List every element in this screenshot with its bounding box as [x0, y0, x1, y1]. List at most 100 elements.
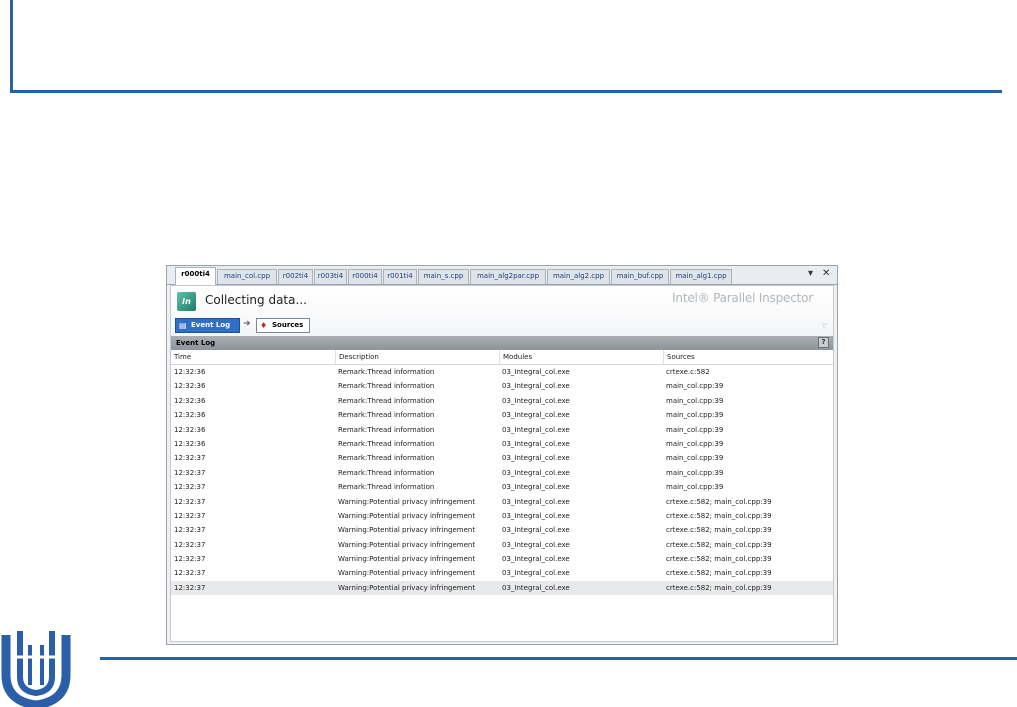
- table-row[interactable]: 12:32:37 Remark:Thread information 03_Inte…: [171, 480, 833, 494]
- cell-time: 12:32:36: [174, 425, 206, 434]
- cell-time: 12:32:37: [174, 511, 206, 520]
- slide-bottom-rule: [100, 657, 1017, 660]
- cell-source: main_col.cpp:39: [666, 454, 724, 463]
- column-header-time[interactable]: Time: [171, 350, 335, 364]
- cell-description: Remark:Thread information: [338, 411, 435, 420]
- table-row[interactable]: 12:32:37 Warning:Potential privacy infrin…: [171, 566, 833, 580]
- cell-time: 12:32:37: [174, 569, 206, 578]
- slide-left-accent-bar: [10, 0, 13, 93]
- chevron-down-icon[interactable]: ▽: [822, 322, 827, 330]
- cell-source: main_col.cpp:39: [666, 483, 724, 492]
- column-header-sources[interactable]: Sources: [663, 350, 833, 364]
- cell-description: Remark:Thread information: [338, 439, 435, 448]
- column-header-modules[interactable]: Modules: [499, 350, 663, 364]
- tab-0[interactable]: r000ti4: [175, 267, 216, 285]
- cell-time: 12:32:37: [174, 454, 206, 463]
- tab-3[interactable]: r003ti4: [314, 269, 347, 284]
- event-log-button[interactable]: ▤ Event Log: [175, 318, 240, 333]
- help-icon[interactable]: ?: [818, 337, 829, 348]
- table-row[interactable]: 12:32:37 Remark:Thread information 03_Inte…: [171, 466, 833, 480]
- cell-description: Remark:Thread information: [338, 425, 435, 434]
- inspector-header: In Collecting data... Intel® Parallel In…: [171, 286, 833, 336]
- cell-source: crtexe.c:582; main_col.cpp:39: [666, 569, 772, 578]
- cell-description: Remark:Thread information: [338, 368, 435, 376]
- cell-module: 03_Integral_col.exe: [502, 396, 570, 405]
- cell-time: 12:32:37: [174, 555, 206, 564]
- cell-source: main_col.cpp:39: [666, 411, 724, 420]
- table-row[interactable]: 12:32:37 Warning:Potential privacy infrin…: [171, 495, 833, 509]
- tab-10[interactable]: main_alg1.cpp: [670, 269, 732, 284]
- table-row[interactable]: 12:32:36 Remark:Thread information 03_Inte…: [171, 394, 833, 408]
- table-row[interactable]: 12:32:37 Warning:Potential privacy infrin…: [171, 580, 833, 596]
- close-icon[interactable]: ✕: [822, 268, 830, 280]
- table-row[interactable]: 12:32:36 Remark:Thread information 03_Inte…: [171, 379, 833, 393]
- cell-module: 03_Integral_col.exe: [502, 454, 570, 463]
- table-row[interactable]: 12:32:36 Remark:Thread information 03_Inte…: [171, 365, 833, 379]
- cell-module: 03_Integral_col.exe: [502, 555, 570, 564]
- tab-1[interactable]: main_col.cpp: [217, 269, 277, 284]
- section-title: Event Log: [176, 339, 216, 347]
- table-row[interactable]: 12:32:36 Remark:Thread information 03_Inte…: [171, 437, 833, 451]
- tab-9[interactable]: main_buf.cpp: [611, 269, 669, 284]
- table-row[interactable]: 12:32:36 Remark:Thread information 03_Inte…: [171, 423, 833, 437]
- cell-time: 12:32:37: [174, 540, 206, 549]
- window-menu-icon[interactable]: ▾: [808, 268, 813, 280]
- tab-4[interactable]: r000ti4: [348, 269, 382, 284]
- cell-source: crtexe.c:582; main_col.cpp:39: [666, 555, 772, 564]
- cell-time: 12:32:36: [174, 382, 206, 391]
- tab-6[interactable]: main_s.cpp: [418, 269, 469, 284]
- column-header-description[interactable]: Description: [335, 350, 499, 364]
- cell-source: crtexe.c:582; main_col.cpp:39: [666, 583, 772, 592]
- sources-icon: ♦: [260, 321, 268, 330]
- cell-description: Warning:Potential privacy infringement: [338, 526, 476, 535]
- cell-module: 03_Integral_col.exe: [502, 468, 570, 477]
- cell-source: crtexe.c:582; main_col.cpp:39: [666, 540, 772, 549]
- cell-time: 12:32:37: [174, 497, 206, 506]
- inspector-app-icon: In: [177, 292, 196, 311]
- event-log-section-bar: Event Log ?: [171, 336, 833, 350]
- event-log-label: Event Log: [191, 321, 231, 329]
- slide-top-rule: [10, 90, 1002, 93]
- cell-module: 03_Integral_col.exe: [502, 569, 570, 578]
- tab-8[interactable]: main_alg2.cpp: [547, 269, 610, 284]
- table-row[interactable]: 12:32:37 Warning:Potential privacy infrin…: [171, 523, 833, 537]
- cell-description: Warning:Potential privacy infringement: [338, 569, 476, 578]
- collection-status: Collecting data...: [205, 293, 307, 307]
- product-brand: Intel® Parallel Inspector: [672, 291, 813, 305]
- cell-description: Warning:Potential privacy infringement: [338, 540, 476, 549]
- cell-time: 12:32:37: [174, 583, 206, 592]
- cell-description: Warning:Potential privacy infringement: [338, 583, 476, 592]
- cell-time: 12:32:37: [174, 526, 206, 535]
- event-log-rows: 12:32:36 Remark:Thread information 03_Inte…: [171, 365, 833, 596]
- arrow-right-icon: ➜: [243, 319, 251, 329]
- tab-5[interactable]: r001ti4: [383, 269, 417, 284]
- cell-time: 12:32:36: [174, 368, 206, 376]
- table-row[interactable]: 12:32:37 Remark:Thread information 03_Inte…: [171, 451, 833, 465]
- cell-description: Remark:Thread information: [338, 382, 435, 391]
- cell-module: 03_Integral_col.exe: [502, 511, 570, 520]
- cell-source: main_col.cpp:39: [666, 425, 724, 434]
- table-row[interactable]: 12:32:36 Remark:Thread information 03_Inte…: [171, 408, 833, 422]
- cell-module: 03_Integral_col.exe: [502, 425, 570, 434]
- table-row[interactable]: 12:32:37 Warning:Potential privacy infrin…: [171, 538, 833, 552]
- cell-module: 03_Integral_col.exe: [502, 382, 570, 391]
- cell-description: Warning:Potential privacy infringement: [338, 555, 476, 564]
- sources-button[interactable]: ♦ Sources: [256, 318, 310, 333]
- cell-module: 03_Integral_col.exe: [502, 540, 570, 549]
- cell-module: 03_Integral_col.exe: [502, 526, 570, 535]
- cell-source: main_col.cpp:39: [666, 468, 724, 477]
- cell-source: crtexe.c:582: [666, 368, 710, 376]
- university-logo: [1, 631, 71, 707]
- table-row[interactable]: 12:32:37 Warning:Potential privacy infrin…: [171, 509, 833, 523]
- cell-module: 03_Integral_col.exe: [502, 411, 570, 420]
- cell-time: 12:32:36: [174, 396, 206, 405]
- cell-description: Remark:Thread information: [338, 468, 435, 477]
- table-row[interactable]: 12:32:37 Warning:Potential privacy infrin…: [171, 552, 833, 566]
- tab-7[interactable]: main_alg2par.cpp: [470, 269, 546, 284]
- cell-time: 12:32:37: [174, 468, 206, 477]
- inspector-content: In Collecting data... Intel® Parallel In…: [170, 285, 834, 642]
- tab-2[interactable]: r002ti4: [278, 269, 313, 284]
- sources-label: Sources: [272, 321, 304, 329]
- cell-module: 03_Integral_col.exe: [502, 483, 570, 492]
- cell-time: 12:32:37: [174, 483, 206, 492]
